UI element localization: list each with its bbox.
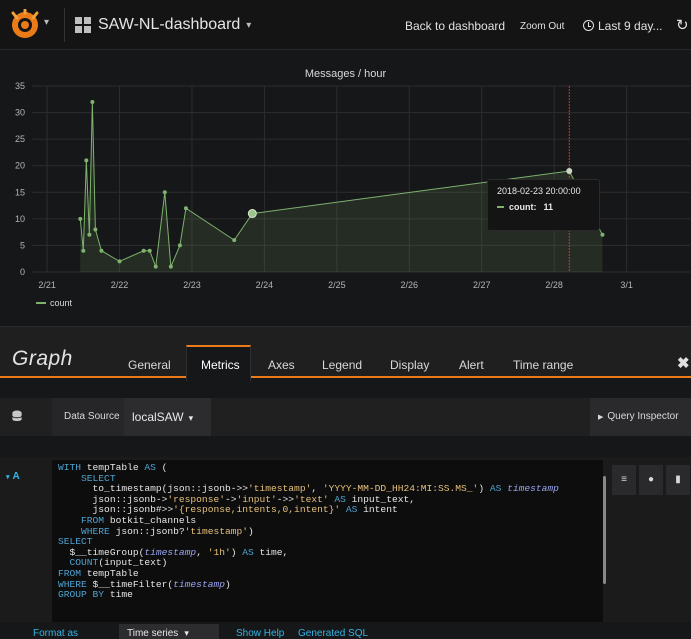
- code-line[interactable]: GROUP BY time: [58, 589, 597, 601]
- x-tick-label: 3/1: [620, 280, 633, 290]
- chart-legend[interactable]: count: [36, 298, 72, 308]
- tab-alert[interactable]: Alert: [459, 358, 484, 372]
- trash-icon[interactable]: ▮: [666, 465, 690, 495]
- x-tick-label: 2/26: [401, 280, 419, 290]
- tooltip-series-name: count:: [509, 202, 537, 212]
- caret-right-icon: ▶: [598, 414, 604, 421]
- x-tick-label: 2/21: [38, 280, 56, 290]
- data-point: [93, 227, 98, 232]
- tab-axes[interactable]: Axes: [268, 358, 295, 372]
- x-tick-label: 2/27: [473, 280, 491, 290]
- editor-scrollbar[interactable]: [603, 476, 606, 584]
- query-inspector-button[interactable]: ▶ Query Inspector: [590, 398, 691, 436]
- data-point: [84, 158, 89, 163]
- close-icon[interactable]: ✖: [677, 354, 690, 372]
- datasource-label: Data Source: [52, 398, 132, 436]
- tooltip-value: 11: [543, 202, 554, 212]
- generated-sql-link[interactable]: Generated SQL: [298, 628, 368, 639]
- y-tick-label: 10: [15, 214, 25, 224]
- tooltip-time: 2018-02-23 20:00:00: [497, 186, 581, 196]
- tab-display[interactable]: Display: [390, 358, 429, 372]
- data-point: [162, 190, 167, 195]
- datasource-value: localSAW: [132, 410, 184, 424]
- tab-metrics-label: Metrics: [201, 358, 240, 372]
- x-tick-label: 2/22: [111, 280, 129, 290]
- data-point: [600, 232, 605, 237]
- data-point: [153, 264, 158, 269]
- format-value: Time series: [127, 628, 179, 639]
- y-tick-label: 5: [20, 240, 25, 250]
- hover-point: [247, 209, 257, 219]
- data-point: [147, 248, 152, 253]
- format-select[interactable]: Time series ▾: [119, 624, 219, 639]
- data-point: [141, 248, 146, 253]
- chart-tooltip: 2018-02-23 20:00:00 count: 11: [487, 179, 600, 231]
- data-point: [232, 238, 237, 243]
- sql-editor[interactable]: WITH tempTable AS ( SELECT to_timestamp(…: [52, 460, 603, 622]
- data-point: [177, 243, 182, 248]
- hover-point: [566, 168, 573, 175]
- legend-label: count: [50, 298, 73, 308]
- code-line[interactable]: WHERE $__timeFilter(timestamp): [58, 579, 597, 591]
- data-point: [78, 216, 83, 221]
- chart-plot-area[interactable]: 0 5 10 15 20 25 30 35 2/21 2/22 2/23 2/24 2/25 2/26 2/…: [0, 0, 691, 326]
- tab-general[interactable]: General: [128, 358, 171, 372]
- y-tick-label: 35: [15, 81, 25, 91]
- collapse-icon: ▾: [6, 474, 10, 481]
- x-tick-label: 2/28: [545, 280, 563, 290]
- y-tick-label: 30: [15, 108, 25, 118]
- query-inspector-label: Query Inspector: [607, 411, 679, 422]
- data-point: [168, 264, 173, 269]
- y-tick-label: 15: [15, 187, 25, 197]
- data-point: [90, 99, 95, 104]
- query-letter: A: [12, 471, 20, 482]
- database-icon: [11, 410, 23, 422]
- x-tick-label: 2/24: [256, 280, 274, 290]
- data-point: [87, 232, 92, 237]
- y-tick-label: 20: [15, 161, 25, 171]
- chevron-down-icon: ▾: [184, 628, 189, 638]
- chevron-down-icon: ▾: [188, 413, 194, 423]
- tab-metrics[interactable]: Metrics: [186, 345, 251, 381]
- menu-icon[interactable]: ≡: [612, 465, 636, 495]
- y-tick-label: 0: [20, 267, 25, 277]
- data-point: [81, 248, 86, 253]
- format-as-label: Format as: [33, 628, 79, 639]
- y-tick-label: 25: [15, 134, 25, 144]
- tooltip-swatch: [497, 206, 504, 208]
- tab-legend[interactable]: Legend: [322, 358, 362, 372]
- legend-swatch: [36, 302, 46, 304]
- code-line[interactable]: WHERE json::jsonb?'timestamp'): [58, 526, 597, 538]
- tab-time-range[interactable]: Time range: [513, 358, 573, 372]
- editor-title: Graph: [12, 347, 73, 370]
- datasource-select[interactable]: localSAW ▾: [124, 398, 211, 436]
- query-toggle[interactable]: ▾ A: [0, 457, 26, 497]
- query-actions: ≡ ● ▮: [612, 465, 691, 495]
- x-tick-label: 2/25: [328, 280, 346, 290]
- data-point: [99, 248, 104, 253]
- data-point: [183, 206, 188, 211]
- eye-icon[interactable]: ●: [639, 465, 663, 495]
- show-help-link[interactable]: Show Help: [236, 628, 284, 639]
- x-tick-label: 2/23: [183, 280, 201, 290]
- data-point: [117, 259, 122, 264]
- code-line[interactable]: WITH tempTable AS (: [58, 462, 597, 474]
- tooltip-series-row: count: 11: [497, 202, 590, 212]
